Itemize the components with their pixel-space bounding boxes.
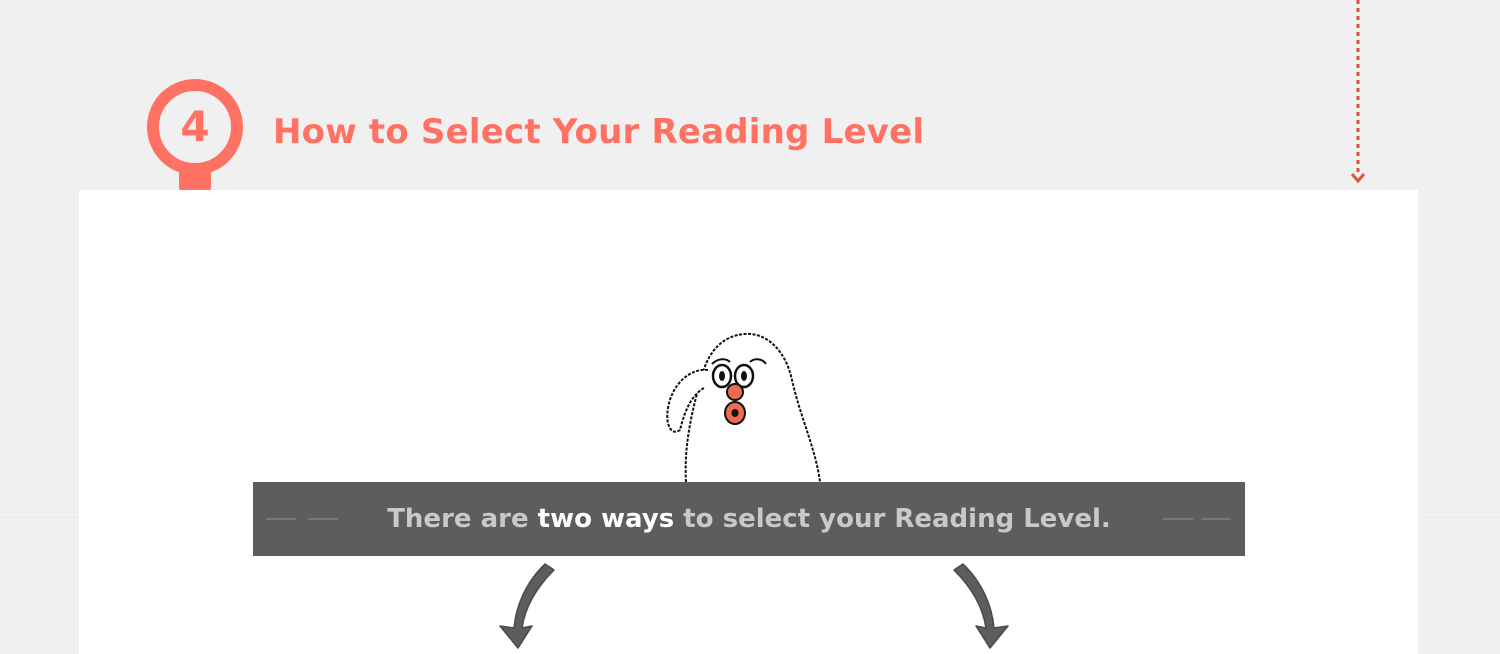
curved-arrow-right-icon (953, 563, 1009, 649)
step-badge: 4 (147, 79, 243, 194)
banner-dash-right-1 (1163, 518, 1193, 520)
banner-text: There are two ways to select your Readin… (387, 504, 1111, 534)
banner-text-after: to select your Reading Level. (674, 504, 1111, 534)
banner-text-before: There are (387, 504, 538, 534)
banner-dash-right-2 (1201, 518, 1231, 520)
curved-arrow-left-icon (499, 563, 555, 649)
right-faint-divider (1418, 517, 1500, 518)
step-circle: 4 (147, 79, 243, 175)
dotted-connector-line (1351, 0, 1365, 184)
left-faint-divider (0, 517, 79, 518)
banner-text-highlight: two ways (537, 504, 675, 534)
fluffy-mascot-illustration (666, 332, 821, 482)
banner-dash-left-2 (308, 518, 338, 520)
info-banner: There are two ways to select your Readin… (253, 482, 1245, 556)
banner-dash-left-1 (266, 518, 296, 520)
step-number: 4 (180, 102, 210, 151)
section-title: How to Select Your Reading Level (273, 112, 925, 152)
